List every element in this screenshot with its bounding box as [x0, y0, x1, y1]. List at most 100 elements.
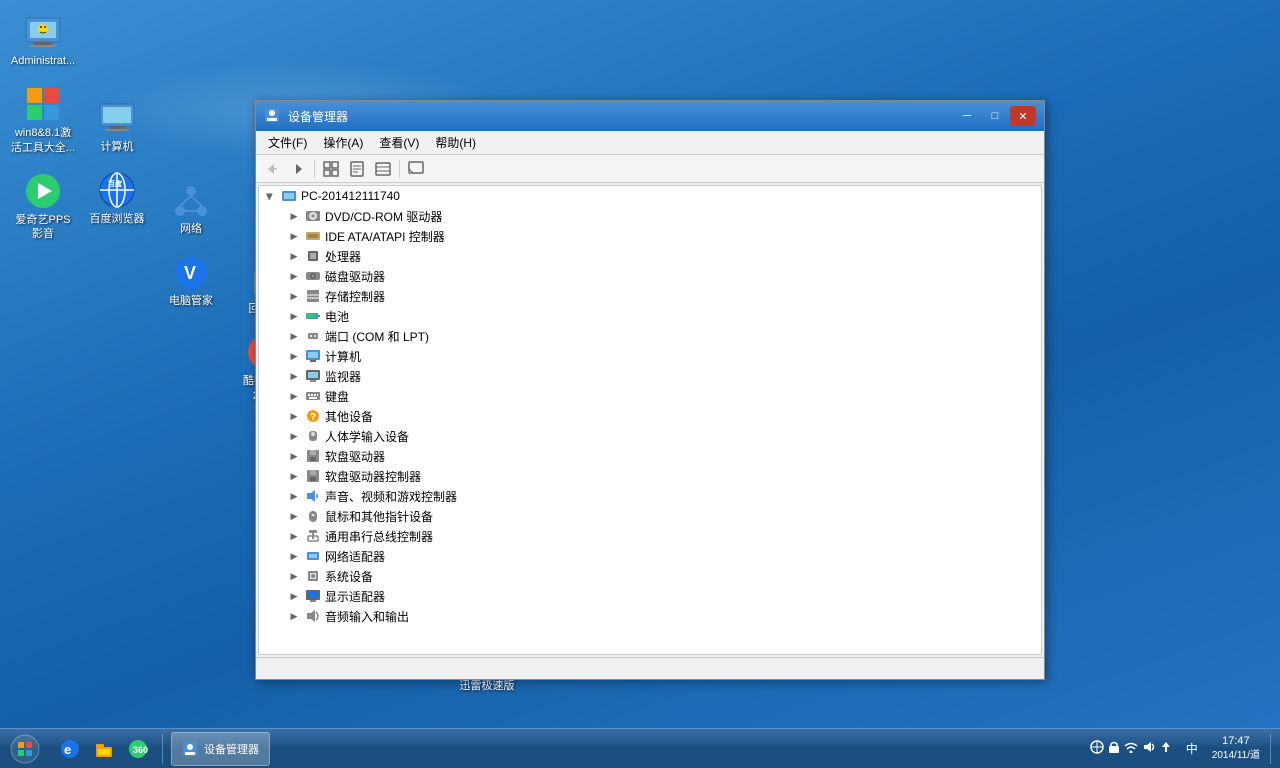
other-arrow[interactable]: ▶	[287, 409, 301, 423]
window-title-left: 设备管理器	[264, 107, 348, 126]
usb-arrow[interactable]: ▶	[287, 529, 301, 543]
processor-arrow[interactable]: ▶	[287, 249, 301, 263]
pps-label: 爱奇艺PPS影音	[15, 213, 70, 242]
menu-bar: 文件(F) 操作(A) 查看(V) 帮助(H)	[256, 131, 1044, 155]
forward-button[interactable]	[286, 158, 310, 180]
tree-item-system[interactable]: ▶ 系统设备	[259, 566, 1041, 586]
monitor-arrow[interactable]: ▶	[287, 369, 301, 383]
audio-arrow[interactable]: ▶	[287, 489, 301, 503]
tree-root[interactable]: ▶ PC-201412111740	[259, 186, 1041, 206]
help-button[interactable]	[404, 158, 428, 180]
tree-item-network[interactable]: ▶ 网络适配器	[259, 546, 1041, 566]
menu-help[interactable]: 帮助(H)	[427, 132, 484, 153]
battery-arrow[interactable]: ▶	[287, 309, 301, 323]
tray-volume-icon[interactable]	[1142, 740, 1156, 757]
tree-item-hid[interactable]: ▶ 人体学输入设备	[259, 426, 1041, 446]
view1-button[interactable]	[319, 158, 343, 180]
keyboard-arrow[interactable]: ▶	[287, 389, 301, 403]
tree-item-processor[interactable]: ▶ 处理器	[259, 246, 1041, 266]
root-arrow[interactable]: ▶	[263, 190, 277, 204]
tray-network-icon[interactable]	[1090, 740, 1104, 757]
taskbar-devmgr[interactable]: 设备管理器	[171, 732, 270, 766]
taskbar-360-icon[interactable]: 360	[122, 733, 154, 765]
network-tree-icon	[305, 548, 321, 564]
tree-item-floppy-ctrl[interactable]: ▶ 软盘驱动器控制器	[259, 466, 1041, 486]
desktop-icon-admin[interactable]: Administrat...	[8, 8, 78, 72]
desktop-col-3: 网络 V 电脑管家	[156, 8, 226, 697]
tray-lock-icon[interactable]	[1108, 740, 1120, 757]
menu-action[interactable]: 操作(A)	[315, 132, 371, 153]
tree-item-usb[interactable]: ▶ 通用串行总线控制器	[259, 526, 1041, 546]
properties-button[interactable]	[345, 158, 369, 180]
tree-item-display[interactable]: ▶ 显示适配器	[259, 586, 1041, 606]
display-arrow[interactable]: ▶	[287, 589, 301, 603]
maximize-button[interactable]: □	[982, 106, 1008, 126]
audio-label: 声音、视频和游戏控制器	[325, 488, 457, 505]
tree-item-disk[interactable]: ▶ 磁盘驱动器	[259, 266, 1041, 286]
floppy-arrow[interactable]: ▶	[287, 449, 301, 463]
win8-icon	[23, 84, 63, 124]
tray-lang-indicator[interactable]: 中	[1182, 740, 1202, 757]
tree-item-computer[interactable]: ▶ 计算机	[259, 346, 1041, 366]
tree-item-mouse[interactable]: ▶ 鼠标和其他指针设备	[259, 506, 1041, 526]
close-button[interactable]: ✕	[1010, 106, 1036, 126]
tree-item-other[interactable]: ▶ ? 其他设备	[259, 406, 1041, 426]
desktop-icon-win8[interactable]: win8&8.1激活工具大全...	[8, 80, 78, 159]
port-label: 端口 (COM 和 LPT)	[325, 328, 429, 345]
computer-tree-arrow[interactable]: ▶	[287, 349, 301, 363]
dvd-icon	[305, 208, 321, 224]
tree-item-storage[interactable]: ▶ 存储控制器	[259, 286, 1041, 306]
toolbar	[256, 155, 1044, 183]
ide-arrow[interactable]: ▶	[287, 229, 301, 243]
view2-button[interactable]	[371, 158, 395, 180]
desktop-icon-browser[interactable]: 百度 百度浏览器	[82, 166, 152, 230]
tree-container[interactable]: ▶ PC-201412111740 ▶ DVD/CD-ROM 驱动器	[258, 185, 1042, 655]
floppy-ctrl-arrow[interactable]: ▶	[287, 469, 301, 483]
storage-arrow[interactable]: ▶	[287, 289, 301, 303]
admin-label: Administrat...	[11, 54, 75, 68]
tree-item-ide[interactable]: ▶ IDE ATA/ATAPI 控制器	[259, 226, 1041, 246]
tree-item-audio-io[interactable]: ▶ 音频输入和输出	[259, 606, 1041, 626]
start-button[interactable]	[0, 729, 50, 768]
network-tree-arrow[interactable]: ▶	[287, 549, 301, 563]
desktop-icon-pps[interactable]: 爱奇艺PPS影音	[8, 167, 78, 246]
other-icon: ?	[305, 408, 321, 424]
network-label: 网络	[180, 222, 202, 236]
window-controls: ─ □ ✕	[954, 106, 1036, 126]
audio-io-arrow[interactable]: ▶	[287, 609, 301, 623]
desktop-icon-network[interactable]: 网络	[156, 176, 226, 240]
minimize-button[interactable]: ─	[954, 106, 980, 126]
tree-item-battery[interactable]: ▶ 电池	[259, 306, 1041, 326]
mouse-arrow[interactable]: ▶	[287, 509, 301, 523]
tray-wifi-icon[interactable]	[1124, 741, 1138, 756]
show-desktop-button[interactable]	[1270, 734, 1276, 764]
desktop-icon-security[interactable]: V 电脑管家	[156, 248, 226, 312]
desktop-icon-computer[interactable]: 计算机	[82, 94, 152, 158]
port-arrow[interactable]: ▶	[287, 329, 301, 343]
back-button[interactable]	[260, 158, 284, 180]
tree-item-floppy[interactable]: ▶ 软盘驱动器	[259, 446, 1041, 466]
tree-item-keyboard[interactable]: ▶ 键盘	[259, 386, 1041, 406]
battery-label: 电池	[325, 308, 349, 325]
tree-item-port[interactable]: ▶ 端口 (COM 和 LPT)	[259, 326, 1041, 346]
tray-time: 17:47	[1212, 734, 1260, 749]
tree-item-audio[interactable]: ▶ 声音、视频和游戏控制器	[259, 486, 1041, 506]
taskbar-explorer-icon[interactable]	[88, 733, 120, 765]
tray-clock[interactable]: 17:47 2014/11/道	[1206, 734, 1266, 763]
menu-file[interactable]: 文件(F)	[260, 132, 315, 153]
floppy-ctrl-label: 软盘驱动器控制器	[325, 468, 421, 485]
hid-icon	[305, 428, 321, 444]
disk-arrow[interactable]: ▶	[287, 269, 301, 283]
menu-view[interactable]: 查看(V)	[371, 132, 427, 153]
pinned-taskbar-icons: e 360	[50, 733, 158, 765]
dvd-arrow[interactable]: ▶	[287, 209, 301, 223]
admin-icon	[23, 12, 63, 52]
system-arrow[interactable]: ▶	[287, 569, 301, 583]
desktop-col-1: Administrat... win8&8.1激活工具大全...	[8, 8, 78, 697]
window-title-text: 设备管理器	[288, 108, 348, 125]
hid-arrow[interactable]: ▶	[287, 429, 301, 443]
floppy-icon	[305, 448, 321, 464]
tree-item-monitor[interactable]: ▶ 监视器	[259, 366, 1041, 386]
tree-item-dvd[interactable]: ▶ DVD/CD-ROM 驱动器	[259, 206, 1041, 226]
taskbar-ie-icon[interactable]: e	[54, 733, 86, 765]
